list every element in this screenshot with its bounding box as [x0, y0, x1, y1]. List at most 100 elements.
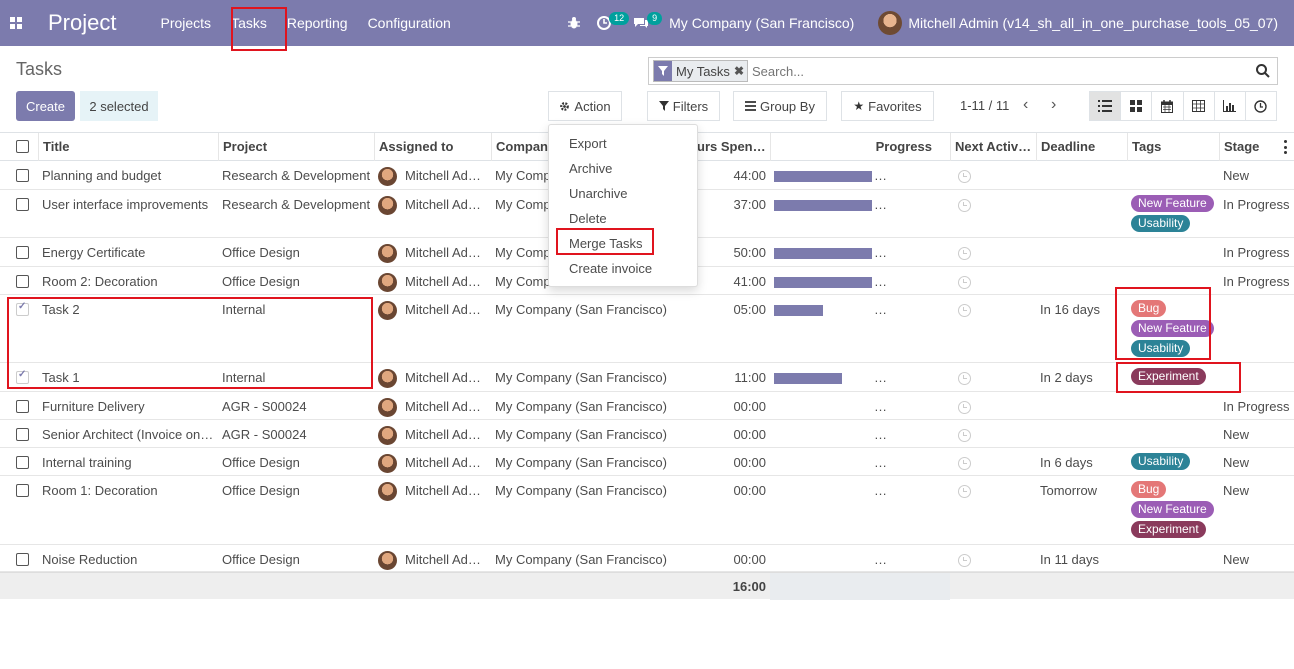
top-navbar: Project Projects Tasks Reporting Configu…	[0, 0, 1294, 46]
selected-count: 2 selected	[80, 91, 158, 121]
pager-previous-icon[interactable]: ‹	[1023, 96, 1037, 113]
row-checkbox[interactable]	[16, 369, 29, 384]
row-checkbox[interactable]	[16, 400, 29, 413]
search-input[interactable]	[752, 63, 1277, 79]
calendar-view-icon[interactable]	[1152, 92, 1184, 120]
table-row[interactable]: Task 2 Internal Mitchell Ad… My Company (Sa…	[0, 295, 1294, 363]
progress-bar	[774, 458, 872, 469]
activity-view-icon[interactable]	[1246, 92, 1276, 120]
assignee-avatar	[378, 273, 397, 292]
table-row[interactable]: Noise Reduction Office Design Mitchell Ad……	[0, 545, 1294, 572]
progress-bar	[774, 200, 872, 211]
task-project: Office Design	[222, 245, 300, 260]
activity-icon[interactable]: 12	[589, 0, 630, 46]
filters-button[interactable]: Filters	[647, 91, 720, 121]
action-merge-tasks[interactable]: Merge Tasks	[569, 236, 642, 251]
action-unarchive[interactable]: Unarchive	[569, 186, 628, 201]
menu-projects[interactable]: Projects	[150, 0, 221, 46]
action-button[interactable]: Action	[548, 91, 622, 121]
action-delete[interactable]: Delete	[569, 211, 607, 226]
task-project: Office Design	[222, 483, 300, 498]
task-assigned-to: Mitchell Ad…	[405, 245, 481, 260]
task-deadline: In 6 days	[1040, 455, 1093, 470]
row-checkbox[interactable]	[16, 456, 29, 469]
header-assigned-to[interactable]: Assigned to	[374, 133, 491, 161]
select-all-checkbox[interactable]	[16, 140, 29, 153]
user-menu[interactable]: Mitchell Admin (v14_sh_all_in_one_purcha…	[870, 0, 1294, 46]
task-assigned-to: Mitchell Ad…	[405, 197, 481, 212]
row-checkbox[interactable]	[16, 301, 29, 316]
app-title[interactable]: Project	[48, 10, 116, 36]
menu-configuration[interactable]: Configuration	[358, 0, 461, 46]
activity-clock-icon[interactable]	[958, 304, 971, 317]
search-bar[interactable]: My Tasks ✖	[648, 57, 1278, 85]
row-checkbox[interactable]	[16, 428, 29, 441]
tag-badge: Experiment	[1131, 368, 1206, 385]
pager-next-icon[interactable]: ›	[1051, 96, 1065, 113]
table-row[interactable]: Room 1: Decoration Office Design Mitchell …	[0, 476, 1294, 545]
activity-clock-icon[interactable]	[958, 554, 971, 567]
action-export[interactable]: Export	[569, 136, 607, 151]
row-checkbox[interactable]	[16, 246, 29, 259]
header-next-activity[interactable]: Next Activ…	[950, 133, 1036, 161]
company-switcher[interactable]: My Company (San Francisco)	[661, 0, 862, 46]
task-assigned-to: Mitchell Ad…	[405, 302, 481, 317]
action-create-invoice[interactable]: Create invoice	[569, 261, 652, 276]
kanban-view-icon[interactable]	[1121, 92, 1153, 120]
table-row[interactable]: Internal training Office Design Mitchell A…	[0, 448, 1294, 476]
row-checkbox[interactable]	[16, 169, 29, 182]
task-title: Senior Architect (Invoice on…	[42, 427, 214, 442]
header-deadline[interactable]: Deadline	[1036, 133, 1127, 161]
table-row[interactable]: Furniture Delivery AGR - S00024 Mitchell A…	[0, 392, 1294, 420]
task-stage: New	[1223, 427, 1250, 442]
table-row[interactable]: Senior Architect (Invoice on… AGR - S0002…	[0, 420, 1294, 448]
graph-view-icon[interactable]	[1215, 92, 1246, 120]
pivot-view-icon[interactable]	[1184, 92, 1215, 120]
assignee-avatar	[378, 398, 397, 417]
row-checkbox[interactable]	[16, 275, 29, 288]
row-checkbox[interactable]	[16, 484, 29, 497]
action-archive[interactable]: Archive	[569, 161, 612, 176]
progress-ellipsis: …	[874, 483, 887, 498]
task-title: Noise Reduction	[42, 552, 138, 567]
progress-ellipsis: …	[874, 274, 887, 289]
facet-remove-icon[interactable]: ✖	[734, 64, 747, 78]
row-checkbox[interactable]	[16, 198, 29, 211]
activity-clock-icon[interactable]	[958, 401, 971, 414]
search-facet: My Tasks ✖	[653, 60, 748, 82]
pager-value[interactable]: 1-11 / 11	[960, 98, 1009, 113]
table-row[interactable]: Task 1 Internal Mitchell Ad… My Company (Sa…	[0, 363, 1294, 392]
row-checkbox[interactable]	[16, 553, 29, 566]
header-progress[interactable]: Progress	[770, 133, 950, 161]
activity-clock-icon[interactable]	[958, 485, 971, 498]
task-title: Room 1: Decoration	[42, 483, 158, 498]
favorites-button[interactable]: ★ Favorites	[841, 91, 934, 121]
activity-clock-icon[interactable]	[958, 199, 971, 212]
action-dropdown-menu: Export Archive Unarchive Delete Merge Ta…	[548, 124, 698, 287]
messages-icon[interactable]: 9	[625, 0, 663, 46]
header-title[interactable]: Title	[38, 133, 218, 161]
activity-clock-icon[interactable]	[958, 247, 971, 260]
header-stage[interactable]: Stage	[1219, 133, 1281, 161]
menu-reporting[interactable]: Reporting	[277, 0, 358, 46]
header-hours-spent[interactable]: urs Spen…	[697, 133, 770, 161]
progress-bar	[774, 486, 872, 497]
activity-clock-icon[interactable]	[958, 170, 971, 183]
column-options-icon[interactable]	[1284, 140, 1288, 154]
activity-clock-icon[interactable]	[958, 276, 971, 289]
apps-menu-icon[interactable]	[0, 0, 32, 46]
header-tags[interactable]: Tags	[1127, 133, 1219, 161]
header-company[interactable]: Compan	[491, 133, 551, 161]
activity-clock-icon[interactable]	[958, 457, 971, 470]
list-view-icon[interactable]	[1090, 92, 1122, 120]
groupby-button[interactable]: Group By	[733, 91, 827, 121]
menu-tasks[interactable]: Tasks	[221, 0, 277, 46]
bug-icon[interactable]	[559, 0, 589, 46]
create-button[interactable]: Create	[16, 91, 75, 121]
activity-clock-icon[interactable]	[958, 372, 971, 385]
header-project[interactable]: Project	[218, 133, 374, 161]
search-icon[interactable]	[1255, 63, 1271, 79]
task-stage: In Progress	[1223, 274, 1290, 289]
activity-clock-icon[interactable]	[958, 429, 971, 442]
footer-progress-band	[770, 573, 950, 600]
